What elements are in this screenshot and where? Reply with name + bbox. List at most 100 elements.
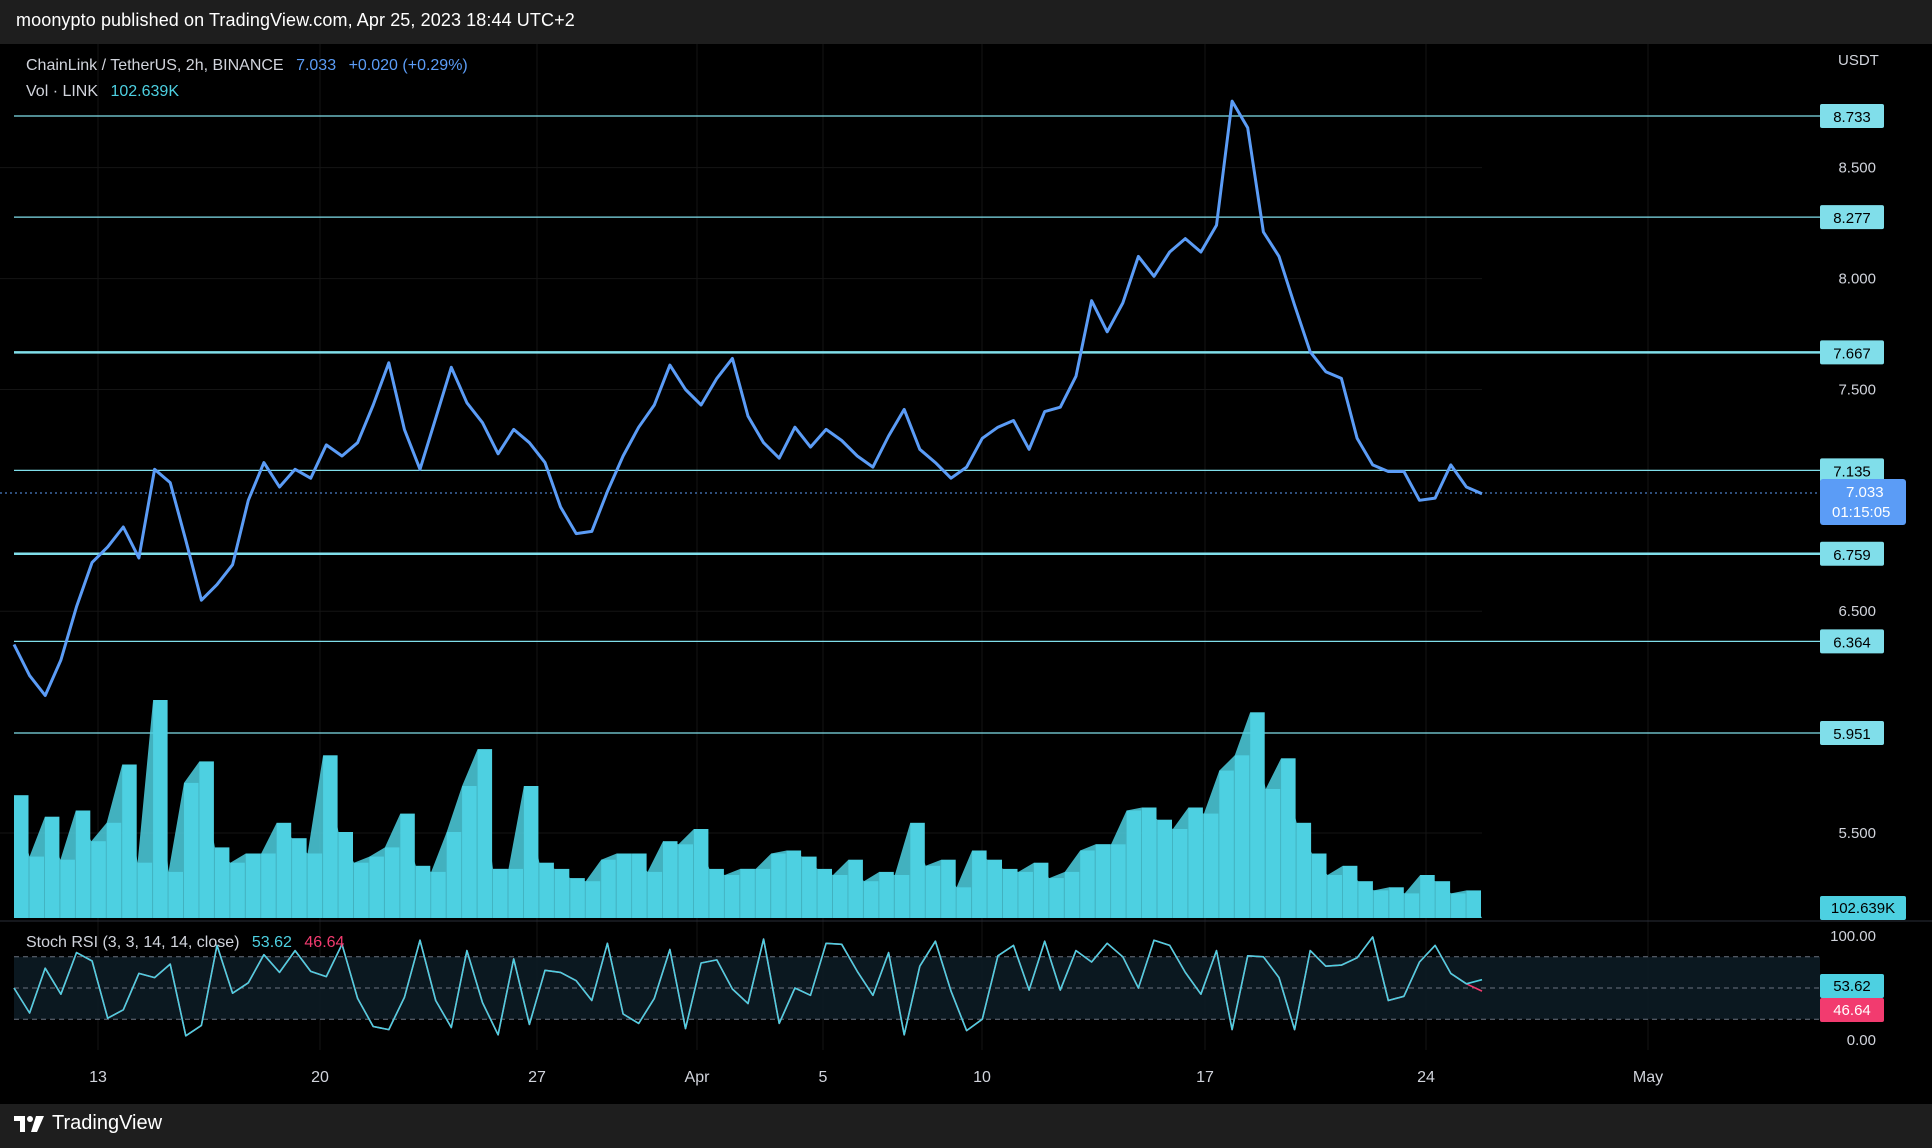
time-axis-label: 5 — [819, 1069, 828, 1086]
volume-bar — [910, 822, 925, 918]
volume-bar — [1451, 893, 1466, 918]
volume-bar — [1420, 875, 1435, 918]
volume-bar — [1435, 881, 1451, 918]
volume-bar — [848, 859, 863, 918]
volume-bar — [570, 878, 585, 918]
volume-bar — [833, 875, 848, 918]
price-series — [0, 99, 1820, 697]
volume-tag-label: 102.639K — [1831, 900, 1895, 917]
volume-bar — [1003, 868, 1018, 918]
time-axis-label: 20 — [311, 1069, 329, 1086]
volume-bar — [863, 881, 879, 918]
volume-bar — [894, 875, 910, 918]
tradingview-logo[interactable]: TradingView — [14, 1112, 162, 1135]
volume-bar — [446, 832, 462, 918]
last-price: 7.033 — [296, 57, 337, 74]
volume-bar — [122, 764, 137, 918]
volume-bar — [632, 853, 647, 918]
volume-bar — [941, 859, 956, 918]
price-change: +0.020 (+0.29%) — [348, 57, 468, 74]
volume-bar — [1126, 810, 1142, 918]
volume-bar — [400, 813, 415, 918]
volume-bar — [1389, 887, 1404, 918]
volume-bar — [1466, 890, 1481, 918]
volume-bar — [323, 755, 338, 918]
volume-bar — [354, 862, 369, 918]
volume-bar — [230, 862, 245, 918]
axes: 13 20 27 Apr 5 10 17 24 May 8.500 8.000 7.500 6.500 5… — [89, 160, 1876, 1086]
volume-bar — [1296, 822, 1312, 918]
chart-svg[interactable]: 13 20 27 Apr 5 10 17 24 May 8.500 8.000 7.500 6.500 5… — [0, 0, 1932, 1148]
volume-bar — [137, 862, 153, 918]
level-tag-label: 7.667 — [1833, 345, 1871, 362]
price-axis-tick: 8.000 — [1838, 271, 1876, 288]
symbol-row[interactable]: ChainLink / TetherUS, 2h, BINANCE 7.033 … — [26, 54, 468, 80]
volume-bar — [60, 859, 75, 918]
time-axis-label: 24 — [1417, 1069, 1435, 1086]
price-axis-tick: 5.500 — [1838, 825, 1876, 842]
price-axis-tick: 7.500 — [1838, 381, 1876, 398]
volume-bar — [1327, 875, 1342, 918]
volume-bar — [755, 868, 771, 918]
volume-bar — [539, 862, 554, 918]
footer-bar — [0, 1104, 1932, 1148]
volume-bar — [601, 859, 616, 918]
volume-bar — [1049, 878, 1064, 918]
volume-bar — [1358, 881, 1373, 918]
volume-bar — [1342, 865, 1358, 918]
time-axis-label: Apr — [685, 1069, 711, 1086]
volume-bar — [709, 868, 724, 918]
volume-bar — [1265, 789, 1281, 918]
time-axis-label: 13 — [89, 1069, 107, 1086]
volume-bar — [431, 871, 446, 918]
volume-bar — [1219, 770, 1234, 918]
stoch-rsi-legend[interactable]: Stoch RSI (3, 3, 14, 14, close) 53.62 46… — [26, 934, 344, 952]
volume-bar — [75, 810, 91, 918]
countdown-label: 01:15:05 — [1832, 504, 1890, 521]
volume-bar — [802, 856, 817, 918]
main-legend: ChainLink / TetherUS, 2h, BINANCE 7.033 … — [26, 54, 468, 106]
volume-bar — [987, 859, 1002, 918]
volume-bar — [29, 856, 44, 918]
price-axis-tick: 8.500 — [1838, 160, 1876, 177]
volume-bar — [1064, 871, 1080, 918]
rsi-axis-tick: 0.00 — [1847, 1032, 1876, 1049]
volume-bar — [786, 850, 802, 918]
volume-bar — [1203, 813, 1219, 918]
volume-bar — [1188, 807, 1203, 918]
volume-bar — [153, 700, 168, 918]
level-tag-label: 6.364 — [1833, 634, 1871, 651]
price-axis-tick: 6.500 — [1838, 603, 1876, 620]
volume-bar — [1157, 819, 1172, 918]
volume-bar — [523, 786, 539, 918]
volume-bar — [1281, 758, 1296, 918]
volume-bar — [214, 847, 230, 918]
price-tags: 8.733 8.277 7.667 7.135 6.759 6.364 5.951 7.033… — [1820, 104, 1906, 1022]
volume-bar — [972, 850, 987, 918]
volume-bar — [1142, 807, 1157, 918]
volume-bar — [1018, 871, 1033, 918]
time-axis-label: 17 — [1196, 1069, 1214, 1086]
time-axis-label: May — [1633, 1069, 1663, 1086]
level-tag-label: 5.951 — [1833, 726, 1871, 743]
volume-bar — [307, 853, 323, 918]
volume-bar — [817, 868, 832, 918]
volume-bar — [1404, 893, 1420, 918]
volume-row[interactable]: Vol · LINK 102.639K — [26, 80, 468, 106]
volume-bar — [508, 868, 523, 918]
volume-bar — [106, 822, 122, 918]
volume-bar — [693, 829, 709, 918]
price-line — [12, 99, 1483, 697]
horizontal-levels — [14, 115, 1820, 734]
volume-bar — [184, 782, 199, 918]
volume-bar — [14, 795, 29, 918]
rsi-axis-tick: 100.00 — [1830, 928, 1876, 945]
volume-bar — [276, 822, 292, 918]
volume-bar — [1312, 853, 1327, 918]
volume-bar — [1250, 712, 1265, 918]
stoch-k-value: 53.62 — [251, 934, 292, 951]
tradingview-brand: TradingView — [52, 1112, 163, 1134]
current-price-tag-label: 7.033 — [1846, 484, 1884, 501]
volume-bar — [292, 838, 307, 918]
volume-bar — [1172, 829, 1188, 918]
